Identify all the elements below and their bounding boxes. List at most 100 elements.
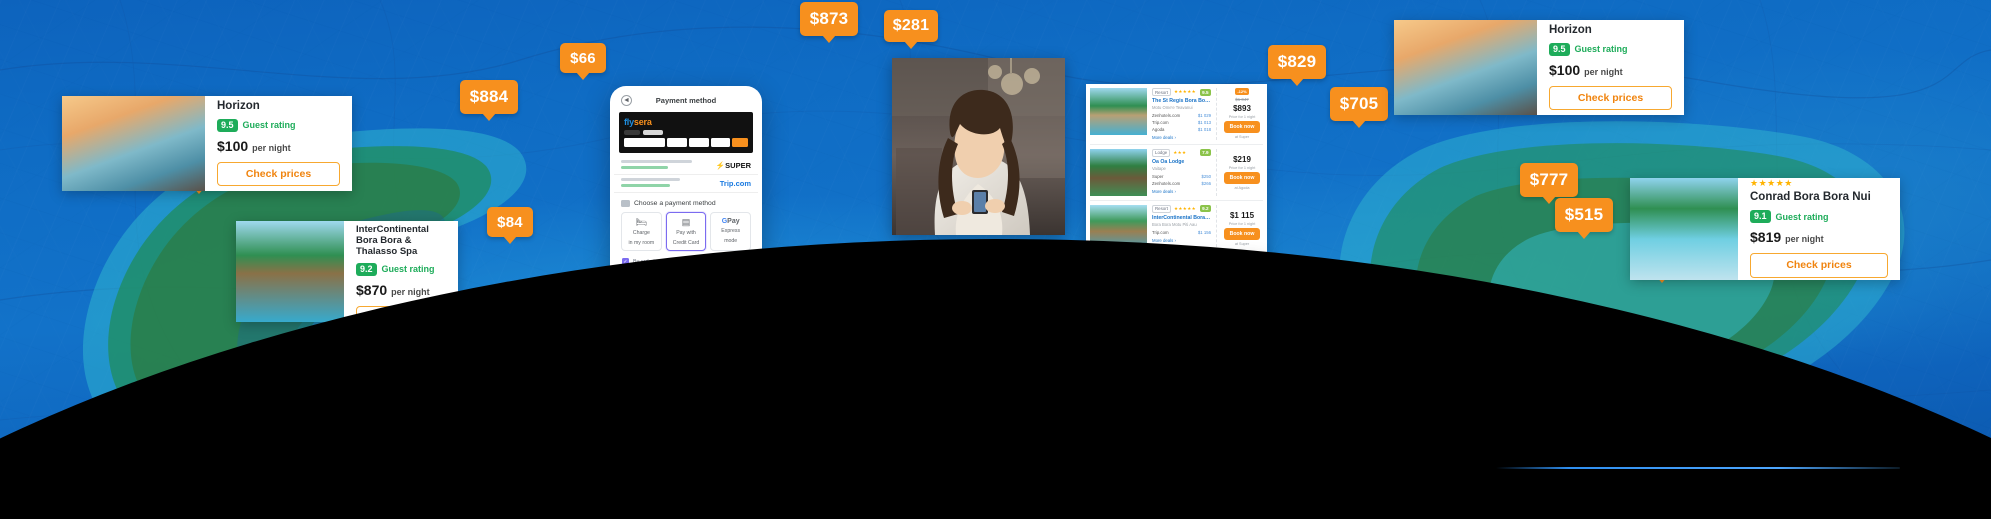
guests-input[interactable] <box>711 138 730 147</box>
result-row[interactable]: Lodge ★★★ 7.9 Oa Oa Lodge Vaitape Super $250 Ze… <box>1090 148 1263 201</box>
more-deals-link[interactable]: More deals › <box>1152 135 1211 140</box>
more-deals-link[interactable]: More deals › <box>1152 238 1211 243</box>
search-submit-button[interactable] <box>732 138 748 147</box>
price-pin[interactable]: $873 <box>800 2 858 36</box>
vendor-line[interactable]: Zenhotels.com $266 <box>1152 181 1211 188</box>
price-pin[interactable]: $777 <box>1520 163 1578 197</box>
check-prices-button[interactable]: Check prices <box>1549 85 1672 111</box>
vendor-name: Trip.com <box>1152 120 1169 126</box>
vendor-name: Zenhotels.com <box>1152 113 1181 119</box>
search-bar[interactable] <box>624 138 748 147</box>
price-row: $819 per night <box>1750 229 1888 245</box>
result-location: Motu Ome'e Teavanui <box>1152 105 1193 111</box>
payment-method-express-gpay[interactable]: GPay Express mode <box>710 212 752 251</box>
price-pin[interactable]: $705 <box>1330 87 1388 121</box>
checkout-input[interactable] <box>689 138 710 147</box>
vendor-line[interactable]: Trip.com $1 013 <box>1152 120 1211 127</box>
price-pin[interactable]: $84 <box>487 207 533 237</box>
offer-row[interactable]: ⚡SUPER <box>614 157 758 175</box>
result-vendor-note: at Super <box>1234 241 1250 246</box>
result-price-note: Price for 1 night <box>1228 221 1256 226</box>
vendor-line[interactable]: Super $250 <box>1152 174 1211 181</box>
payment-method-credit-card[interactable]: ▤ Pay with Credit Card <box>665 212 707 251</box>
discount-badge: -12% <box>1235 88 1249 96</box>
phone-header: ◄ Payment method <box>614 90 758 110</box>
result-price: $1 115 <box>1229 210 1255 220</box>
rating-badge: 9.5 <box>217 118 238 132</box>
result-score-badge: 9.2 <box>1199 205 1211 213</box>
price-row: $100 per night <box>217 138 340 154</box>
hotel-name: Conrad Bora Bora Nui <box>1750 191 1871 204</box>
more-deals-link[interactable]: More deals › <box>1152 189 1211 194</box>
destination-input[interactable] <box>624 138 666 147</box>
credit-card-icon <box>621 200 630 207</box>
star-rating-icon: ★★★★★ <box>1173 205 1197 211</box>
result-hotel-name[interactable]: Oa Oa Lodge <box>1152 159 1211 165</box>
price-value: $100 <box>1549 61 1581 78</box>
back-arrow-icon[interactable]: ◄ <box>621 95 632 106</box>
result-row[interactable]: Resort ★★★★★ 9.5 The St Regis Bora Bora ...… <box>1090 88 1263 145</box>
price-pin[interactable]: $515 <box>1555 198 1613 232</box>
guest-rating: 9.2 Guest rating <box>356 262 446 276</box>
rating-badge: 9.5 <box>1549 42 1570 56</box>
result-location: Vaitape <box>1152 166 1166 172</box>
horizon-hairline <box>1496 467 1900 469</box>
star-rating-icon: ★★★★★ <box>1750 178 1793 189</box>
vendor-price: $1 156 <box>1197 230 1211 236</box>
vendor-line[interactable]: Trip.com $1 156 <box>1152 230 1211 237</box>
super-brand: ⚡SUPER <box>715 161 751 170</box>
book-now-button[interactable]: Book now <box>1223 171 1261 184</box>
vendor-name: Trip.com <box>1152 230 1169 236</box>
hotel-name: Horizon <box>1549 23 1592 36</box>
result-hotel-name[interactable]: InterContinental Bora Bo... <box>1152 215 1211 221</box>
payment-method-charge-room[interactable]: 🛏 Charge in my room <box>621 212 662 251</box>
price-pin[interactable]: $884 <box>460 80 518 114</box>
offer-room-line <box>621 178 680 181</box>
old-price: $1 047 <box>1235 97 1249 103</box>
result-score-badge: 7.9 <box>1199 149 1211 157</box>
offer-room-line <box>621 160 692 163</box>
search-banner: flysera <box>619 112 753 153</box>
result-price-note: Price for 1 night <box>1228 165 1256 170</box>
price-unit: per night <box>252 142 291 153</box>
hotel-thumbnail <box>1630 178 1738 280</box>
rating-label: Guest rating <box>381 264 435 275</box>
offer-note-line <box>621 165 669 169</box>
price-row: $100 per night <box>1549 62 1672 78</box>
vendor-price: $1 018 <box>1197 126 1211 132</box>
price-pin[interactable]: $281 <box>884 10 938 42</box>
hotel-name: InterContinental Bora Bora & Thalasso Sp… <box>356 223 429 258</box>
hero-map-stage: $873$281$66$884$829$705$99$777$515$84$74… <box>0 0 1991 519</box>
hotel-card[interactable]: Horizon 9.5 Guest rating $100 per night Check… <box>62 96 352 191</box>
vendor-price: $1 029 <box>1197 113 1211 119</box>
book-now-button[interactable]: Book now <box>1223 227 1261 240</box>
hotel-thumbnail <box>1394 20 1537 115</box>
hotel-thumbnail <box>236 221 344 322</box>
price-pin[interactable]: $829 <box>1268 45 1326 79</box>
offer-note-line <box>621 183 671 187</box>
result-hotel-name[interactable]: The St Regis Bora Bora ... <box>1152 98 1211 104</box>
rating-badge: 9.2 <box>356 262 377 276</box>
guest-rating: 9.1 Guest rating <box>1750 210 1888 224</box>
price-unit: per night <box>1785 234 1824 245</box>
vendor-price: $1 013 <box>1197 120 1211 126</box>
vendor-name: Zenhotels.com <box>1152 180 1181 186</box>
hotel-card[interactable]: Horizon 9.5 Guest rating $100 per night Check… <box>1394 20 1684 115</box>
result-vendor-note: at Agoda <box>1234 185 1250 190</box>
rating-badge: 9.1 <box>1750 210 1771 224</box>
price-value: $100 <box>217 137 249 154</box>
offer-row[interactable]: Trip.com <box>614 175 758 193</box>
book-now-button[interactable]: Book now <box>1223 121 1261 134</box>
logo-part-a: fly <box>624 117 634 127</box>
check-prices-button[interactable]: Check prices <box>1750 253 1888 278</box>
price-pin[interactable]: $66 <box>560 43 606 73</box>
vendor-line[interactable]: Zenhotels.com $1 029 <box>1152 113 1211 120</box>
search-tabs[interactable] <box>624 130 748 135</box>
result-price-note: Price for 1 night <box>1228 115 1256 120</box>
vendor-line[interactable]: Agoda $1 018 <box>1152 127 1211 134</box>
choose-payment-text: Choose a payment method <box>634 200 716 207</box>
check-prices-button[interactable]: Check prices <box>217 161 340 187</box>
hotel-card[interactable]: ★★★★★ Conrad Bora Bora Nui 9.1 Guest rating… <box>1630 178 1900 280</box>
vendor-price: $250 <box>1201 174 1211 180</box>
checkin-input[interactable] <box>667 138 688 147</box>
